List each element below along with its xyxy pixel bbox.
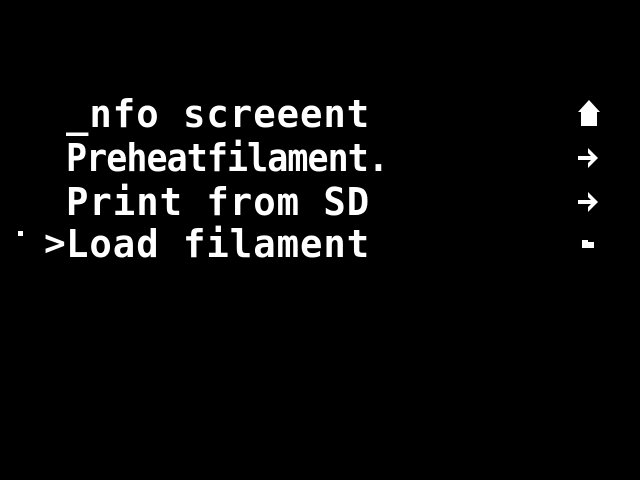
chevron-right-icon xyxy=(574,140,604,176)
chevron-right-icon xyxy=(574,184,604,220)
menu-item-print-from-sd[interactable]: Print from SD xyxy=(0,180,640,224)
main-menu: _nfo screeent Preheatfilament. Print fro… xyxy=(0,0,640,480)
selection-cursor: > xyxy=(44,223,66,264)
menu-item-label: Preheatfilament. xyxy=(66,136,389,180)
menu-item-label: Load filament xyxy=(66,222,371,266)
home-icon xyxy=(574,96,604,132)
menu-item-preheat-filament[interactable]: Preheatfilament. xyxy=(0,136,640,180)
chevron-right-icon xyxy=(574,226,604,262)
menu-item-info-screen[interactable]: _nfo screeent xyxy=(0,92,640,136)
lcd-screen: _nfo screeent Preheatfilament. Print fro… xyxy=(0,0,640,480)
menu-item-label: _nfo screeent xyxy=(66,92,371,136)
menu-item-load-filament[interactable]: > Load filament xyxy=(0,222,640,266)
menu-item-label: Print from SD xyxy=(66,180,371,224)
